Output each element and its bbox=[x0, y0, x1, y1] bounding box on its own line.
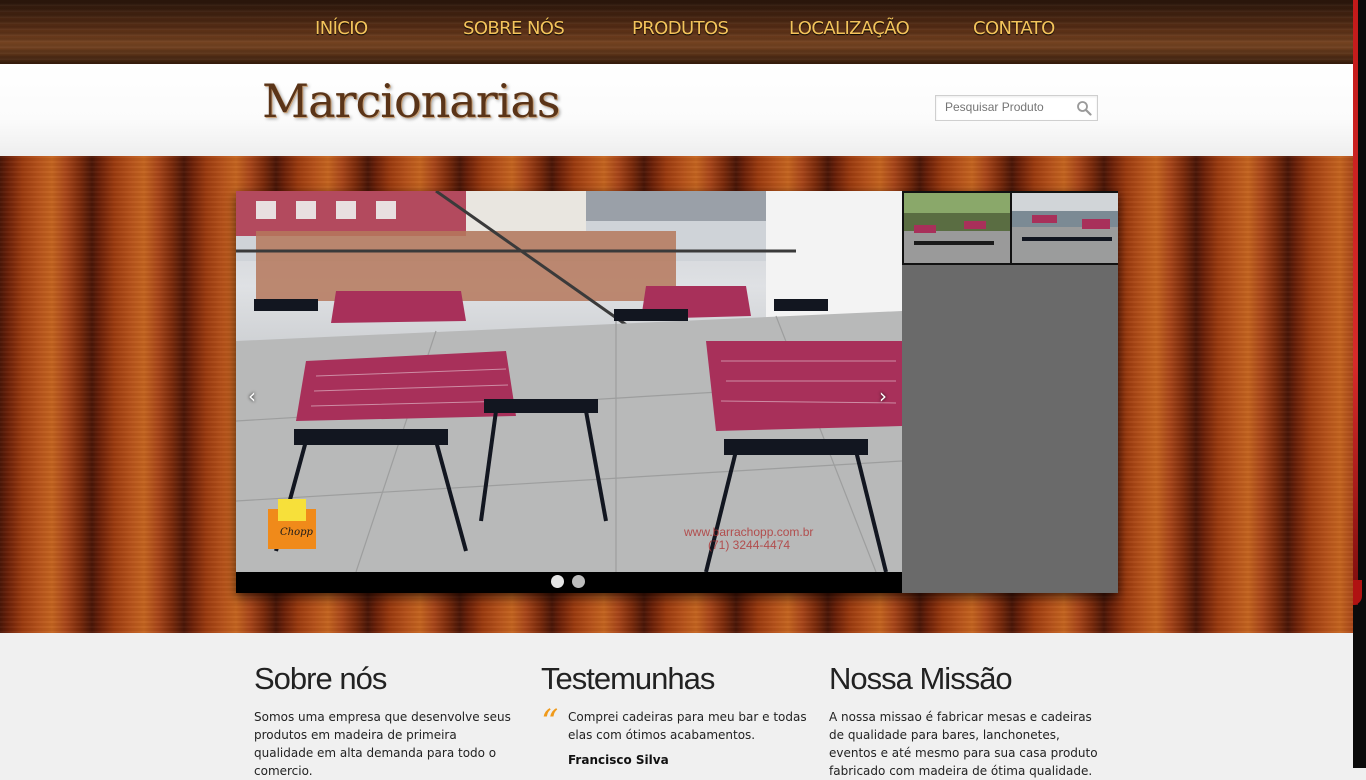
site-header bbox=[0, 64, 1353, 156]
quote-icon: “ bbox=[541, 702, 559, 742]
nav-produtos[interactable]: PRODUTOS bbox=[632, 18, 729, 39]
nav-localizacao[interactable]: LOCALIZAÇÃO bbox=[789, 18, 910, 39]
mission-text: A nossa missao é fabricar mesas e cadeir… bbox=[829, 710, 1098, 778]
nav-sobre-nos[interactable]: SOBRE NÓS bbox=[463, 18, 565, 39]
search-input[interactable] bbox=[936, 96, 1075, 118]
main-nav: INÍCIO SOBRE NÓS PRODUTOS LOCALIZAÇÃO CO… bbox=[0, 18, 1353, 44]
image-slider: www.barrachopp.com.br (71) 3244-4474 Cho… bbox=[236, 191, 1118, 593]
testimonials-heading: Testemunhas bbox=[541, 661, 715, 696]
slider-next-button[interactable]: › bbox=[879, 384, 887, 408]
nav-contato[interactable]: CONTATO bbox=[973, 18, 1055, 39]
slider-prev-button[interactable]: ‹ bbox=[248, 384, 256, 408]
testimonial-text: Comprei cadeiras para meu bar e todas el… bbox=[568, 710, 807, 742]
thumbnail-strip bbox=[902, 191, 1118, 265]
testimonial-author: Francisco Silva bbox=[568, 753, 669, 767]
mission-heading: Nossa Missão bbox=[829, 661, 1013, 696]
watermark-phone: (71) 3244-4474 bbox=[708, 538, 790, 552]
thumbnail-1[interactable] bbox=[904, 193, 1010, 263]
search-box bbox=[935, 95, 1098, 121]
slider-pagination-bar bbox=[236, 572, 902, 593]
slide-photo-illustration: www.barrachopp.com.br (71) 3244-4474 Cho… bbox=[236, 191, 902, 572]
top-nav-bar: INÍCIO SOBRE NÓS PRODUTOS LOCALIZAÇÃO CO… bbox=[0, 0, 1353, 64]
about-text: Somos uma empresa que desenvolve seus pr… bbox=[254, 710, 511, 778]
search-icon[interactable] bbox=[1076, 100, 1092, 116]
site-logo[interactable]: Marcionarias bbox=[262, 74, 560, 146]
svg-text:Chopp: Chopp bbox=[280, 527, 314, 538]
info-section: Sobre nós Somos uma empresa que desenvol… bbox=[0, 633, 1353, 778]
watermark-site: www.barrachopp.com.br bbox=[683, 525, 813, 539]
about-heading: Sobre nós bbox=[254, 661, 387, 696]
logo-text: Marcionarias bbox=[262, 74, 560, 128]
slide-image[interactable]: www.barrachopp.com.br (71) 3244-4474 Cho… bbox=[236, 191, 902, 572]
thumbnail-2[interactable] bbox=[1012, 193, 1118, 263]
slider-dot-1[interactable] bbox=[551, 575, 564, 588]
page-scrollbar[interactable] bbox=[1353, 0, 1366, 768]
nav-inicio[interactable]: INÍCIO bbox=[315, 18, 368, 39]
slider-dot-2[interactable] bbox=[572, 575, 585, 588]
